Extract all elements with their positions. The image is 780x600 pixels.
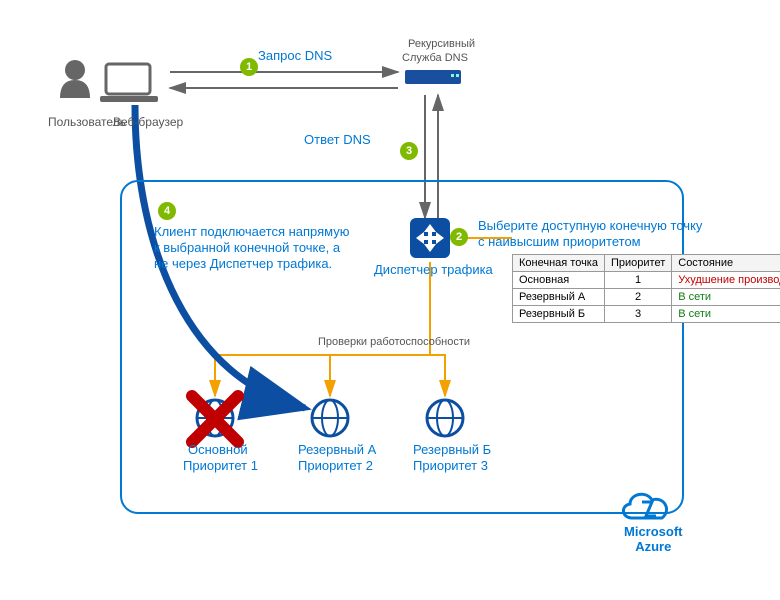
dns-recursive-2: Служба DNS [402,52,468,64]
step2-line1: Выберите доступную конечную точку [478,218,702,233]
step2-line2: с наивысшим приоритетом [478,234,641,249]
step-badge-4: 4 [158,202,176,220]
step-badge-1: 1 [240,58,258,76]
ep3-name: Резервный Б [413,442,491,457]
ep2-name: Резервный А [298,442,376,457]
azure-label: Microsoft Azure [624,524,683,554]
th-endpoint: Конечная точка [513,255,605,272]
ep3-pri: Приоритет 3 [413,458,488,473]
dns-query-label: Запрос DNS [258,48,332,63]
step4-line3: не через Диспетчер трафика. [154,256,332,271]
table-row: Резервный А 2 В сети [513,289,780,306]
step4-line1: Клиент подключается напрямую [154,224,350,239]
table-row: Резервный Б 3 В сети [513,306,780,323]
ep1-name: Основной [188,442,248,457]
dns-response-label: Ответ DNS [304,132,371,147]
table-header-row: Конечная точка Приоритет Состояние [513,255,780,272]
dns-device-icon [405,70,461,84]
endpoint-table: Конечная точка Приоритет Состояние Основ… [512,254,780,323]
step-badge-2: 2 [450,228,468,246]
step-badge-3: 3 [400,142,418,160]
traffic-manager-label: Диспетчер трафика [374,262,493,277]
laptop-icon [100,64,158,102]
th-state: Состояние [672,255,780,272]
dns-recursive-1: Рекурсивный [408,38,475,50]
user-icon [60,60,90,98]
th-priority: Приоритет [604,255,671,272]
browser-label: Веб-браузер [113,115,183,129]
step4-line2: к выбранной конечной точке, а [154,240,340,255]
health-checks-label: Проверки работоспособности [318,336,470,348]
ep1-pri: Приоритет 1 [183,458,258,473]
ep2-pri: Приоритет 2 [298,458,373,473]
table-row: Основная 1 Ухудшение производительности [513,272,780,289]
